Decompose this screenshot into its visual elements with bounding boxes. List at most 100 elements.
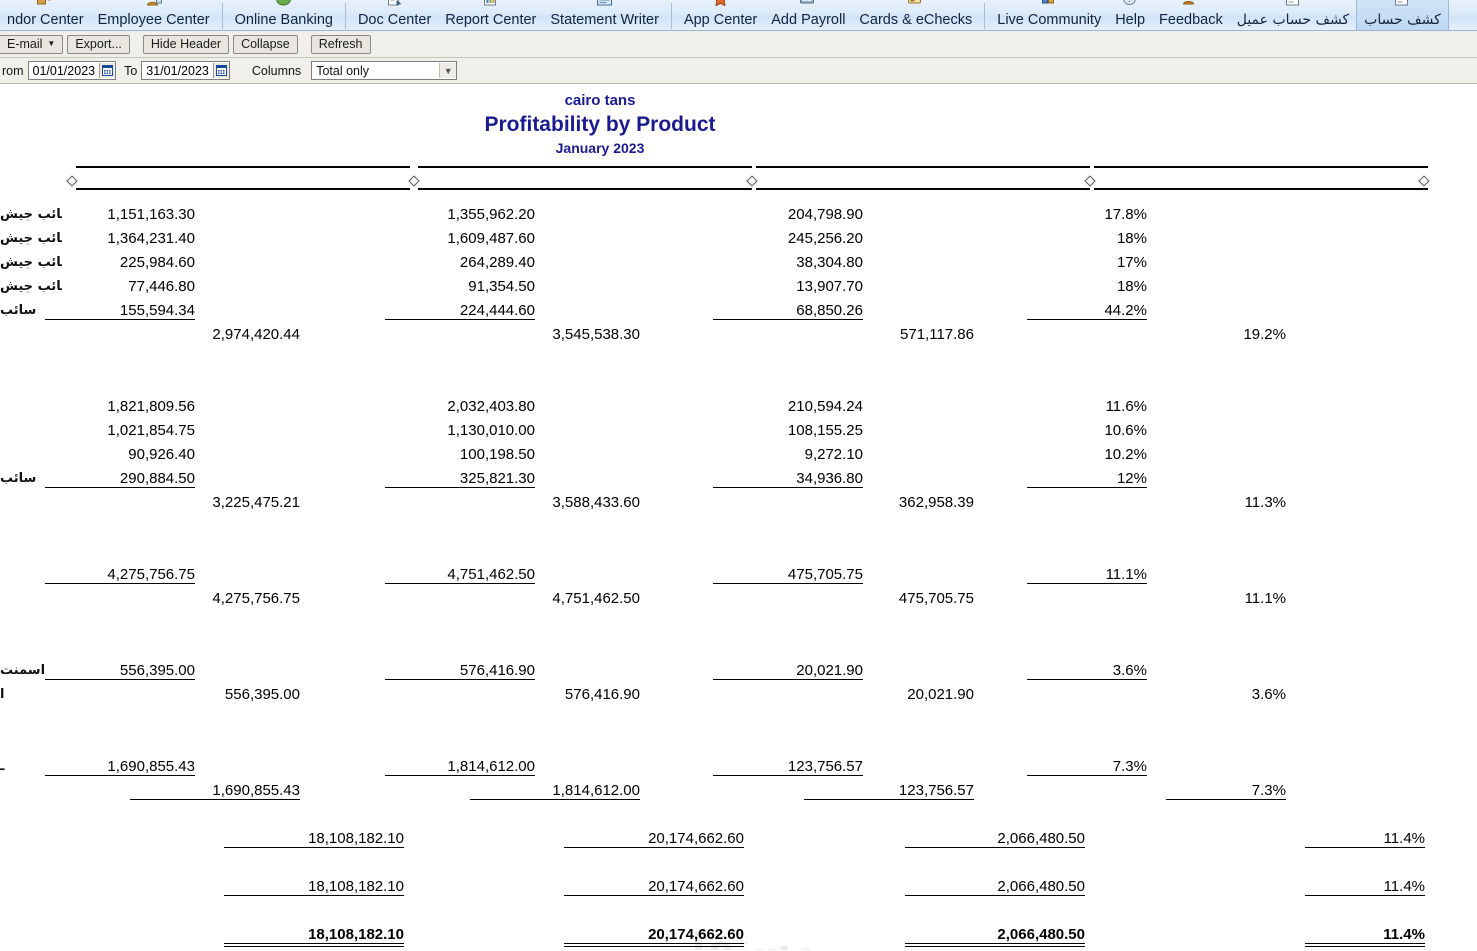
table-cell[interactable]: 475,705.75 xyxy=(804,586,974,610)
table-cell[interactable]: 20,021.90 xyxy=(804,682,974,706)
icon-bar-item-add-payroll[interactable]: Add Payroll xyxy=(764,0,852,30)
table-row[interactable]: سائب 290,884.50 325,821.30 34,936.80 12% xyxy=(0,466,1477,490)
table-cell[interactable]: 12% xyxy=(1027,466,1147,490)
table-row[interactable]: سائب جيش1,151,163.301,355,962.20204,798.… xyxy=(0,202,1477,226)
icon-bar-item-doc-center[interactable]: Doc Center xyxy=(351,0,438,30)
table-cell[interactable]: 17% xyxy=(1027,250,1147,274)
table-cell[interactable]: 290,884.50 xyxy=(45,466,195,490)
table-cell[interactable]: 576,416.90 xyxy=(385,658,535,682)
table-cell[interactable]: 1,355,962.20 xyxy=(385,202,535,226)
table-cell[interactable]: 2,032,403.80 xyxy=(385,394,535,418)
table-cell[interactable]: 10.2% xyxy=(1027,442,1147,466)
table-row-subtotal[interactable]: 18,108,182.10 20,174,662.60 2,066,480.50 11… xyxy=(0,874,1477,898)
table-cell[interactable]: 3,588,433.60 xyxy=(470,490,640,514)
icon-bar-item-help[interactable]: ? Help xyxy=(1108,0,1152,30)
icon-bar-item-report-center[interactable]: Report Center xyxy=(438,0,543,30)
table-cell[interactable]: 108,155.25 xyxy=(713,418,863,442)
table-cell[interactable]: 2,066,480.50 xyxy=(905,922,1085,947)
table-row[interactable]: ـ 1,690,855.43 1,814,612.00 123,756.57 7.3% xyxy=(0,754,1477,778)
collapse-button[interactable]: Collapse xyxy=(233,34,298,54)
table-cell[interactable]: 19.2% xyxy=(1166,322,1286,346)
table-cell[interactable]: 3,225,475.21 xyxy=(130,490,300,514)
table-cell[interactable]: 1,814,612.00 xyxy=(470,778,640,802)
table-row[interactable]: سائب جيش1,364,231.401,609,487.60245,256.… xyxy=(0,226,1477,250)
table-cell[interactable]: 2,974,420.44 xyxy=(130,322,300,346)
table-cell[interactable]: 11.1% xyxy=(1166,586,1286,610)
table-cell[interactable]: 11.1% xyxy=(1027,562,1147,586)
table-cell[interactable]: 1,690,855.43 xyxy=(130,778,300,802)
table-row[interactable]: سائب جيش225,984.60264,289.4038,304.8017% xyxy=(0,250,1477,274)
table-cell[interactable]: 556,395.00 xyxy=(130,682,300,706)
table-cell[interactable]: 7.3% xyxy=(1027,754,1147,778)
table-cell[interactable]: 20,174,662.60 xyxy=(564,874,744,898)
table-cell[interactable]: 10.6% xyxy=(1027,418,1147,442)
table-cell[interactable]: 18,108,182.10 xyxy=(224,826,404,850)
table-cell[interactable]: 123,756.57 xyxy=(713,754,863,778)
table-cell[interactable]: 576,416.90 xyxy=(470,682,640,706)
export-button[interactable]: Export... xyxy=(67,34,130,54)
table-cell[interactable]: 123,756.57 xyxy=(804,778,974,802)
table-row-subtotal[interactable]: 1,690,855.43 1,814,612.00 123,756.57 7.3% xyxy=(0,778,1477,802)
table-cell[interactable]: 17.8% xyxy=(1027,202,1147,226)
email-button[interactable]: E-mail ▼ xyxy=(0,34,64,54)
table-cell[interactable]: 20,174,662.60 xyxy=(564,826,744,850)
table-cell[interactable]: 18,108,182.10 xyxy=(224,922,404,947)
table-cell[interactable]: 1,814,612.00 xyxy=(385,754,535,778)
table-cell[interactable]: 13,907.70 xyxy=(713,274,863,298)
table-cell[interactable]: 210,594.24 xyxy=(713,394,863,418)
icon-bar-item-customer-statement[interactable]: كشف حساب عميل xyxy=(1230,0,1356,30)
table-row[interactable]: 4,275,756.75 4,751,462.50 475,705.75 11.1% xyxy=(0,562,1477,586)
table-cell[interactable]: 90,926.40 xyxy=(45,442,195,466)
table-cell[interactable]: 68,850.26 xyxy=(713,298,863,322)
table-cell[interactable]: 9,272.10 xyxy=(713,442,863,466)
table-row-subtotal[interactable]: 2,974,420.44 3,545,538.30 571,117.86 19.2% xyxy=(0,322,1477,346)
table-cell[interactable]: 1,130,010.00 xyxy=(385,418,535,442)
table-cell[interactable]: 475,705.75 xyxy=(713,562,863,586)
table-cell[interactable]: 4,751,462.50 xyxy=(470,586,640,610)
table-row[interactable]: 1,821,809.56 2,032,403.80 210,594.24 11.6% xyxy=(0,394,1477,418)
table-cell[interactable]: 1,690,855.43 xyxy=(45,754,195,778)
table-row-subtotal[interactable]: 4,275,756.75 4,751,462.50 475,705.75 11.1% xyxy=(0,586,1477,610)
table-cell[interactable]: 11.6% xyxy=(1027,394,1147,418)
table-cell[interactable]: 7.3% xyxy=(1166,778,1286,802)
columns-select[interactable]: Total only ▼ xyxy=(311,61,458,80)
icon-bar-item-online-banking[interactable]: Online Banking xyxy=(228,0,340,30)
table-cell[interactable]: 3,545,538.30 xyxy=(470,322,640,346)
table-cell[interactable]: 4,751,462.50 xyxy=(385,562,535,586)
table-cell[interactable]: 1,821,809.56 xyxy=(45,394,195,418)
table-cell[interactable]: 1,364,231.40 xyxy=(45,226,195,250)
from-date-input[interactable]: 01/01/2023 xyxy=(27,61,117,80)
icon-bar-item-live-community[interactable]: Live Community xyxy=(990,0,1108,30)
hide-header-button[interactable]: Hide Header xyxy=(142,34,230,54)
column-header-3[interactable] xyxy=(756,166,1090,190)
icon-bar-item-employee-center[interactable]: Employee Center xyxy=(91,0,217,30)
table-cell[interactable]: 44.2% xyxy=(1027,298,1147,322)
table-cell[interactable]: 20,174,662.60 xyxy=(564,922,744,947)
table-cell[interactable]: 264,289.40 xyxy=(385,250,535,274)
table-row-subtotal[interactable]: 18,108,182.10 20,174,662.60 2,066,480.50 11… xyxy=(0,826,1477,850)
table-cell[interactable]: 556,395.00 xyxy=(45,658,195,682)
table-cell[interactable]: 1,609,487.60 xyxy=(385,226,535,250)
table-cell[interactable]: 3.6% xyxy=(1027,658,1147,682)
table-cell[interactable]: 20,021.90 xyxy=(713,658,863,682)
icon-bar-item-cards-echecks[interactable]: Cards & eChecks xyxy=(852,0,979,30)
icon-bar-item-account-statement[interactable]: كشف حساب xyxy=(1356,0,1449,30)
table-cell[interactable]: 11.4% xyxy=(1305,826,1425,850)
table-cell[interactable]: 224,444.60 xyxy=(385,298,535,322)
table-row[interactable]: سائب جيش77,446.8091,354.5013,907.7018% xyxy=(0,274,1477,298)
table-cell[interactable]: 100,198.50 xyxy=(385,442,535,466)
table-cell[interactable]: 3.6% xyxy=(1166,682,1286,706)
table-cell[interactable]: 77,446.80 xyxy=(45,274,195,298)
table-cell[interactable]: 18% xyxy=(1027,274,1147,298)
table-cell[interactable]: 18,108,182.10 xyxy=(224,874,404,898)
table-row[interactable]: 1,021,854.75 1,130,010.00 108,155.25 10.6% xyxy=(0,418,1477,442)
refresh-button[interactable]: Refresh xyxy=(310,34,371,54)
icon-bar-item-statement-writer[interactable]: Statement Writer xyxy=(543,0,666,30)
report-canvas[interactable]: مستقل mostaql.com cairo tans Profitabili… xyxy=(0,84,1477,950)
table-cell[interactable]: 38,304.80 xyxy=(713,250,863,274)
table-cell[interactable]: 11.3% xyxy=(1166,490,1286,514)
calendar-icon[interactable] xyxy=(99,63,116,78)
chevron-down-icon-select[interactable]: ▼ xyxy=(439,63,457,78)
table-cell[interactable]: 2,066,480.50 xyxy=(905,874,1085,898)
table-cell[interactable]: 1,021,854.75 xyxy=(45,418,195,442)
